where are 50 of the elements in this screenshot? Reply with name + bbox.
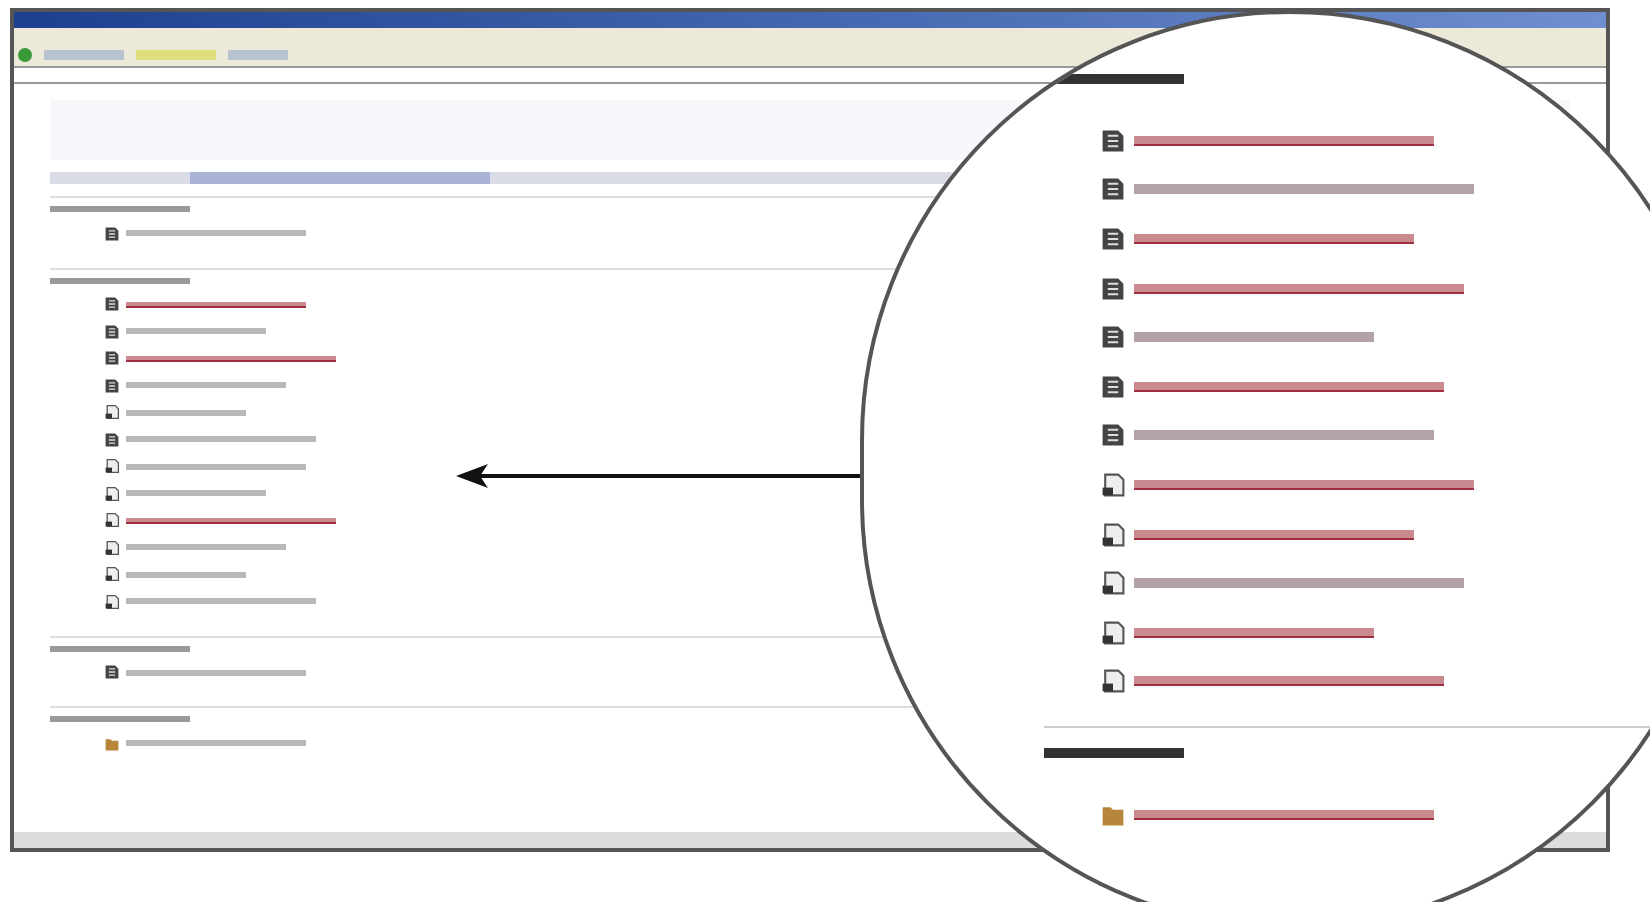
blurred-text (126, 490, 266, 497)
blurred-text[interactable] (1134, 809, 1434, 820)
document-icon (104, 539, 120, 556)
page-icon (1100, 422, 1126, 449)
blurred-text[interactable] (1134, 233, 1414, 244)
document-icon (1100, 668, 1126, 695)
page-icon (1100, 275, 1126, 302)
blurred-text[interactable] (126, 301, 306, 308)
document-icon (104, 485, 120, 502)
document-icon (1100, 471, 1126, 498)
page-icon (1100, 225, 1126, 252)
blurred-text[interactable] (1134, 135, 1434, 146)
document-icon (104, 566, 120, 583)
folder-icon (1100, 801, 1126, 828)
document-icon (1100, 619, 1126, 646)
blurred-text[interactable] (1134, 283, 1464, 294)
blurred-text (50, 206, 190, 212)
page-icon (1100, 176, 1126, 203)
back-icon[interactable] (18, 48, 32, 62)
document-icon (104, 593, 120, 610)
blurred-text[interactable] (1134, 381, 1444, 392)
document-icon (104, 404, 120, 421)
blurred-text (126, 409, 246, 416)
document-icon (1100, 570, 1126, 597)
page-icon (104, 225, 120, 242)
document-icon (1100, 521, 1126, 548)
blurred-text (126, 328, 266, 335)
page-icon (104, 431, 120, 448)
page-icon (1100, 373, 1126, 400)
blurred-text (50, 716, 190, 722)
page-icon (104, 377, 120, 394)
page-icon (104, 664, 120, 681)
blurred-text (50, 645, 190, 651)
blurred-text[interactable] (126, 355, 336, 362)
folder-icon (104, 735, 120, 752)
blurred-text[interactable] (1134, 479, 1474, 490)
blurred-text[interactable] (126, 517, 336, 524)
document-icon (104, 458, 120, 475)
document-icon (104, 512, 120, 529)
blurred-text[interactable] (1134, 676, 1444, 687)
blurred-text (50, 277, 190, 283)
blurred-text[interactable] (1134, 529, 1414, 540)
page-icon (1100, 324, 1126, 351)
blurred-text[interactable] (1134, 627, 1374, 638)
page-icon (1100, 127, 1126, 154)
page-icon (104, 323, 120, 340)
page-icon (104, 350, 120, 367)
page-icon (104, 296, 120, 313)
blurred-text (126, 571, 246, 578)
blurred-text (1044, 748, 1184, 759)
